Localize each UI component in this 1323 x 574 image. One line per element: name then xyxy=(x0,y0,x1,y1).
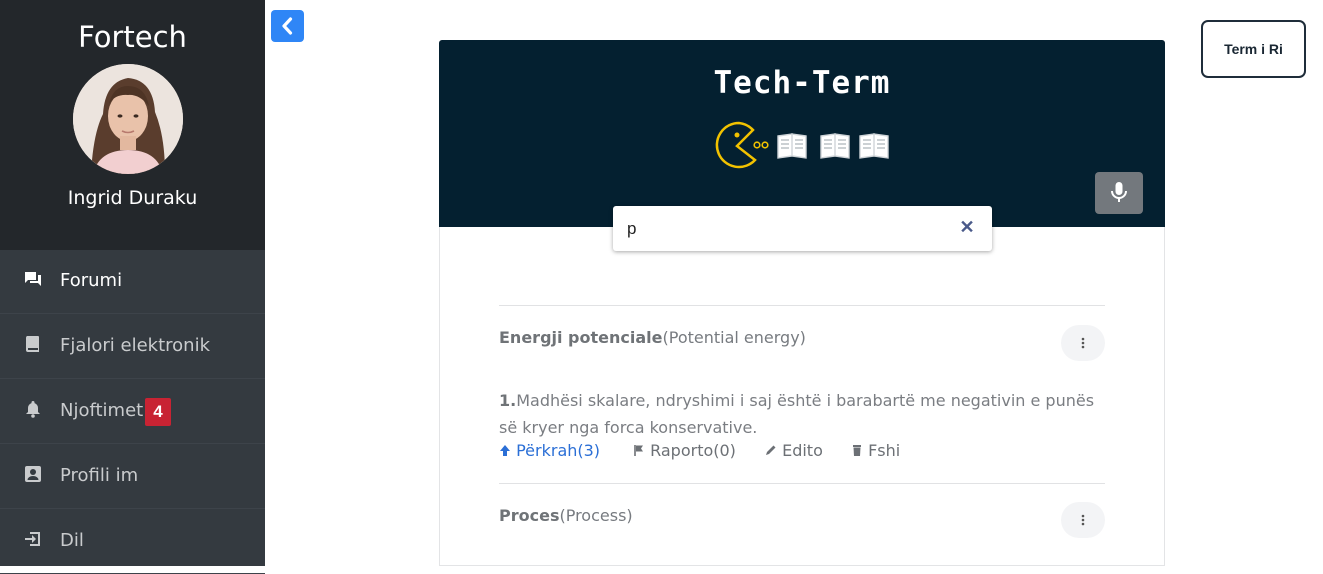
back-button[interactable] xyxy=(271,10,304,42)
brand-name: Fortech xyxy=(78,20,187,54)
entry-title[interactable]: Energji potenciale(Potential energy) xyxy=(499,328,806,347)
sidebar-item-dil[interactable]: Dil xyxy=(0,510,265,574)
avatar xyxy=(73,64,183,174)
support-button[interactable]: Përkrah(3) xyxy=(499,441,600,460)
definition-number: 1. xyxy=(499,391,517,410)
more-vertical-icon xyxy=(1081,514,1085,526)
book-icon xyxy=(820,133,850,159)
delete-label: Fshi xyxy=(868,441,901,460)
sidebar-item-forumi[interactable]: Forumi xyxy=(0,250,265,314)
entry-translation: (Process) xyxy=(559,506,633,525)
sidebar-item-label: Fjalori elektronik xyxy=(60,335,211,356)
more-vertical-icon xyxy=(1081,337,1085,349)
edit-button[interactable]: Edito xyxy=(765,441,823,460)
book-icon xyxy=(859,133,889,159)
divider xyxy=(499,305,1105,306)
pacman-icon xyxy=(715,121,769,169)
app-title: Tech-Term xyxy=(713,65,891,101)
entry-term: Energji potenciale xyxy=(499,328,663,347)
report-button[interactable]: Raporto(0) xyxy=(633,441,736,460)
support-label: Përkrah(3) xyxy=(516,441,601,460)
hero-icons xyxy=(713,120,893,170)
profile-icon xyxy=(24,465,42,483)
book-icon xyxy=(24,335,42,353)
sidebar-item-label: Njoftimet xyxy=(60,400,144,421)
flag-icon xyxy=(634,445,643,456)
delete-button[interactable]: Fshi xyxy=(851,441,900,460)
definition-text: Madhësi skalare, ndryshimi i saj është i… xyxy=(499,391,1095,437)
entry-menu-button[interactable] xyxy=(1061,502,1105,538)
notification-badge: 4 xyxy=(145,398,171,426)
logout-icon xyxy=(24,530,42,548)
close-icon[interactable]: ✕ xyxy=(957,217,977,239)
trash-icon xyxy=(853,445,861,456)
divider xyxy=(499,483,1105,484)
voice-search-button[interactable] xyxy=(1095,172,1143,214)
entry-definition: 1.Madhësi skalare, ndryshimi i saj është… xyxy=(499,387,1105,441)
book-icon xyxy=(777,133,807,159)
sidebar-item-profili[interactable]: Profili im xyxy=(0,445,265,509)
new-term-button[interactable]: Term i Ri xyxy=(1201,20,1306,78)
forum-icon xyxy=(24,270,42,288)
arrow-up-icon xyxy=(500,445,510,456)
sidebar: Fortech Ingrid Duraku Forumi Fjalori ele… xyxy=(0,0,265,574)
search-box: ✕ xyxy=(613,206,992,251)
report-label: Raporto(0) xyxy=(650,441,736,460)
entry-term: Proces xyxy=(499,506,560,525)
edit-label: Edito xyxy=(782,441,823,460)
sidebar-item-njoftimet[interactable]: Njoftimet 4 xyxy=(0,380,265,444)
microphone-icon xyxy=(1111,182,1127,202)
entry-translation: (Potential energy) xyxy=(662,328,806,347)
entry-title[interactable]: Proces(Process) xyxy=(499,506,633,525)
sidebar-item-label: Dil xyxy=(60,530,84,551)
hero-banner: Tech-Term xyxy=(439,40,1165,227)
entry-menu-button[interactable] xyxy=(1061,325,1105,361)
pencil-icon xyxy=(766,445,776,455)
sidebar-item-fjalori[interactable]: Fjalori elektronik xyxy=(0,315,265,379)
chevron-left-icon xyxy=(282,17,293,35)
sidebar-header: Fortech Ingrid Duraku xyxy=(0,0,265,250)
bell-icon xyxy=(24,400,42,418)
sidebar-item-label: Profili im xyxy=(60,465,139,486)
user-name: Ingrid Duraku xyxy=(67,187,198,209)
sidebar-item-label: Forumi xyxy=(60,270,123,291)
search-input[interactable] xyxy=(627,216,947,242)
